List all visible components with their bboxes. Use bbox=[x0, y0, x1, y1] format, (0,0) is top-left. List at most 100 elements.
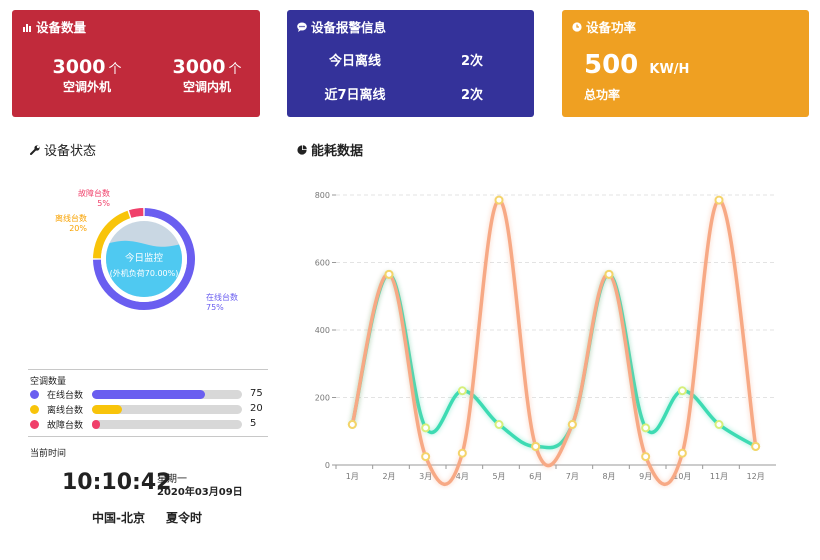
clock-date: 2020年03月09日 bbox=[157, 487, 243, 498]
ac-online-label: 在线台数 bbox=[47, 390, 84, 401]
y-tick-label: 600 bbox=[315, 259, 330, 268]
alarm-info-title: 设备报警信息 bbox=[311, 20, 387, 35]
data-point[interactable] bbox=[641, 452, 651, 462]
data-point[interactable] bbox=[677, 386, 687, 396]
data-point[interactable] bbox=[751, 441, 761, 451]
donut-center-label: 今日监控 bbox=[125, 252, 164, 264]
power-value: 500 bbox=[584, 50, 639, 80]
fault-segment-name: 故障台数 bbox=[78, 188, 110, 198]
device-status-header: 设备状态 bbox=[30, 140, 96, 159]
y-tick-label: 400 bbox=[315, 326, 330, 335]
indoor-unit-unit: 个 bbox=[228, 62, 242, 77]
clock-location: 中国-北京 bbox=[92, 511, 145, 525]
chat-bubble-icon bbox=[297, 22, 307, 32]
x-tick-label: 9月 bbox=[639, 472, 652, 481]
device-status-title: 设备状态 bbox=[44, 144, 97, 159]
online-segment-pct: 75% bbox=[206, 303, 224, 312]
pie-chart-icon bbox=[297, 144, 307, 155]
indoor-unit-stat: 3000 个 空调内机 bbox=[162, 56, 252, 95]
offline-segment-pct: 20% bbox=[69, 224, 87, 233]
data-point[interactable] bbox=[494, 420, 504, 429]
alarm-7day-value: 2次 bbox=[460, 88, 484, 103]
ac-offline-label: 离线台数 bbox=[47, 405, 84, 416]
power-card: 设备功率 500 KW/H 总功率 bbox=[562, 10, 809, 117]
series-line-glow bbox=[349, 197, 759, 487]
power-title: 设备功率 bbox=[586, 20, 637, 35]
x-tick-label: 8月 bbox=[602, 472, 615, 481]
clock-title: 当前时间 bbox=[30, 449, 67, 459]
device-status-donut: 今日监控 (外机负荷70.00%) 故障台数 5% 离线台数 20% 在线台数 … bbox=[55, 188, 238, 312]
ac-count-title: 空调数量 bbox=[30, 377, 67, 387]
y-tick-label: 800 bbox=[315, 191, 330, 200]
y-tick-label: 0 bbox=[325, 461, 330, 470]
chart-series bbox=[347, 195, 761, 487]
clock-time: 10:10:42 bbox=[62, 470, 172, 495]
donut-center-sub: (外机负荷70.00%) bbox=[110, 268, 179, 278]
x-tick-label: 5月 bbox=[492, 472, 505, 481]
x-tick-label: 3月 bbox=[419, 472, 432, 481]
offline-dot bbox=[30, 404, 39, 414]
fault-segment-pct: 5% bbox=[97, 199, 110, 208]
ac-online-value: 75 bbox=[250, 388, 263, 399]
offline-segment-name: 离线台数 bbox=[55, 213, 87, 223]
indoor-unit-count: 3000 bbox=[172, 56, 226, 78]
alarm-today-label: 今日离线 bbox=[328, 54, 381, 69]
data-point[interactable] bbox=[457, 448, 467, 458]
outdoor-unit-unit: 个 bbox=[108, 62, 122, 77]
y-tick-label: 200 bbox=[315, 394, 330, 403]
data-point[interactable] bbox=[421, 452, 431, 462]
clock-icon bbox=[572, 21, 582, 32]
power-unit: KW/H bbox=[649, 62, 690, 77]
wrench-icon bbox=[30, 144, 40, 155]
bar-chart-icon bbox=[23, 23, 31, 32]
ac-count-row-fault: 故障台数 bbox=[30, 417, 83, 431]
data-point[interactable] bbox=[421, 423, 431, 433]
online-dot bbox=[30, 389, 39, 399]
alarm-today-value: 2次 bbox=[460, 54, 484, 69]
indoor-unit-label: 空调内机 bbox=[182, 80, 231, 94]
alarm-7day-label: 近7日离线 bbox=[324, 88, 386, 103]
x-tick-label: 12月 bbox=[747, 472, 765, 481]
data-point[interactable] bbox=[714, 195, 724, 205]
online-bar-track bbox=[92, 390, 242, 399]
ac-count-row-offline: 离线台数 bbox=[30, 402, 83, 416]
online-bar-fill bbox=[92, 390, 205, 399]
x-tick-label: 1月 bbox=[346, 472, 359, 481]
device-count-card: 设备数量 3000 个 空调外机 3000 个 空调内机 bbox=[12, 10, 260, 117]
energy-line-chart: 02004006008001月 2月 3月 4月 5月 6月 7月 8月 9月 10月 11月 12月 bbox=[315, 191, 776, 487]
ac-count-row-online: 在线台数 bbox=[30, 387, 83, 401]
ac-fault-value: 5 bbox=[250, 418, 257, 429]
data-point[interactable] bbox=[457, 386, 467, 396]
x-tick-label: 7月 bbox=[566, 472, 579, 481]
x-tick-label: 2月 bbox=[382, 472, 395, 481]
device-count-title: 设备数量 bbox=[36, 20, 87, 35]
clock-dst: 夏令时 bbox=[166, 511, 203, 525]
data-point[interactable] bbox=[384, 269, 394, 279]
chart-axes: 02004006008001月 2月 3月 4月 5月 6月 7月 8月 9月 10月 11月 12月 bbox=[315, 191, 776, 481]
online-segment-name: 在线台数 bbox=[206, 292, 238, 302]
data-point[interactable] bbox=[641, 423, 651, 433]
ac-fault-label: 故障台数 bbox=[47, 420, 84, 431]
alarm-info-card: 设备报警信息 今日离线 2次 近7日离线 2次 bbox=[287, 10, 534, 117]
offline-bar-track bbox=[92, 405, 242, 414]
power-label: 总功率 bbox=[584, 88, 621, 102]
x-tick-label: 11月 bbox=[710, 472, 728, 481]
energy-title: 能耗数据 bbox=[311, 144, 364, 159]
outdoor-unit-count: 3000 bbox=[52, 56, 106, 78]
ac-offline-value: 20 bbox=[250, 403, 263, 414]
data-point[interactable] bbox=[677, 448, 687, 458]
data-point[interactable] bbox=[604, 269, 614, 279]
data-point[interactable] bbox=[567, 420, 577, 429]
data-point[interactable] bbox=[494, 195, 504, 205]
fault-bar-track bbox=[92, 420, 242, 429]
data-point[interactable] bbox=[531, 441, 541, 451]
data-point[interactable] bbox=[347, 420, 357, 429]
offline-bar-fill bbox=[92, 405, 122, 414]
outdoor-unit-stat: 3000 个 空调外机 bbox=[42, 56, 132, 95]
data-point[interactable] bbox=[714, 420, 724, 429]
divider-top bbox=[28, 369, 268, 370]
divider-bottom bbox=[28, 436, 268, 437]
fault-bar-fill bbox=[92, 420, 100, 429]
fault-dot bbox=[30, 419, 39, 429]
outdoor-unit-label: 空调外机 bbox=[62, 80, 111, 94]
